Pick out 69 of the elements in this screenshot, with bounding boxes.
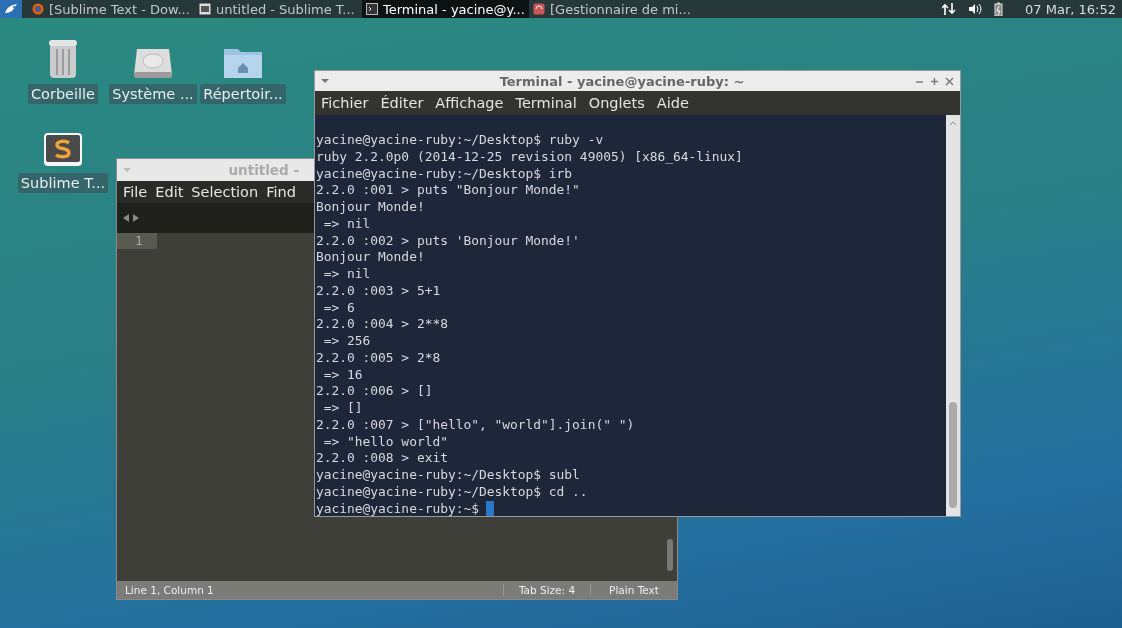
terminal-line: ruby 2.2.0p0 (2014-12-25 revision 49005) [x86_64-linux] [316, 148, 743, 164]
terminal-line: 2.2.0 :005 > 2*8 [316, 349, 441, 365]
taskbar-button[interactable]: [Gestionnaire de mi... [529, 0, 696, 18]
menu-item[interactable]: Find [266, 184, 296, 200]
terminal-line: 2.2.0 :001 > puts "Bonjour Monde!" [316, 182, 580, 198]
menu-item[interactable]: Affichage [435, 95, 504, 111]
terminal-line: => 16 [322, 366, 363, 382]
clock[interactable]: 07 Mar, 16:52 [1025, 1, 1116, 17]
menu-item[interactable]: Selection [191, 184, 259, 200]
line-number: 1 [117, 233, 157, 249]
menu-item[interactable]: Aide [656, 95, 689, 111]
terminal-line: yacine@yacine-ruby:~/Desktop$ ruby -v [316, 132, 604, 147]
scrollbar[interactable] [667, 539, 673, 571]
syntax-selector[interactable]: Plain Text [590, 584, 677, 596]
close-icon[interactable] [945, 76, 954, 86]
scrollbar-thumb[interactable] [949, 402, 957, 508]
terminal-line: 2.2.0 :002 > puts 'Bonjour Monde!' [316, 232, 580, 248]
mouse-logo-icon [3, 2, 19, 16]
taskbar-button[interactable]: untitled - Sublime T... [195, 0, 362, 18]
terminal-line: yacine@yacine-ruby:~/Desktop$ irb [316, 165, 573, 181]
terminal-line: 2.2.0 :007 > ["hello", "world"].join(" ") [316, 416, 635, 432]
menu-item[interactable]: Éditer [380, 95, 424, 111]
terminal-line: Bonjour Monde! [316, 199, 425, 214]
text-cursor [486, 500, 495, 516]
tab-arrows-icon [123, 213, 139, 223]
terminal-line: Bonjour Monde! [316, 249, 425, 265]
desktop-icon-label[interactable]: Répertoir... [200, 84, 286, 104]
window-title: untitled - [227, 162, 300, 178]
menu-item[interactable]: Edit [155, 184, 184, 200]
browser-icon [32, 3, 44, 15]
menu-item[interactable]: Onglets [588, 95, 645, 111]
terminal-line: => "hello world" [322, 433, 448, 449]
trash-icon [47, 39, 79, 79]
terminal-line: => nil [322, 215, 371, 231]
cursor-position: Line 1, Column 1 [124, 584, 215, 596]
scrollbar[interactable] [946, 115, 960, 516]
terminal-line: => [] [322, 400, 363, 415]
terminal-line: yacine@yacine-ruby:~/Desktop$ subl [316, 467, 580, 482]
network-icon [942, 2, 957, 16]
desktop-icon-label[interactable]: Corbeille [27, 84, 99, 104]
taskbar-button[interactable]: [Sublime Text - Dow... [28, 0, 195, 18]
menu-item[interactable]: Terminal [515, 95, 577, 111]
desktop-icon-label[interactable]: Système ... [109, 84, 197, 104]
shell-prompt: yacine@yacine-ruby:~$ [316, 500, 480, 516]
editor-icon [199, 3, 211, 15]
sublime-text-icon [43, 132, 83, 168]
menu-item[interactable]: File [123, 184, 148, 200]
start-menu-button[interactable] [0, 0, 22, 18]
terminal-line: 2.2.0 :004 > 2**8 [316, 316, 448, 332]
terminal-line: yacine@yacine-ruby:~/Desktop$ cd .. [316, 483, 588, 499]
window-menu-icon [321, 79, 329, 83]
terminal-line: 2.2.0 :008 > exit [316, 450, 448, 466]
terminal-line: => nil [322, 266, 371, 281]
tab-size-selector[interactable]: Tab Size: 4 [503, 584, 590, 596]
terminal-line: 2.2.0 :006 > [] [316, 383, 433, 399]
desktop-icon-label[interactable]: Sublime T... [17, 173, 109, 193]
window-menu-icon [123, 168, 131, 172]
window-title: Terminal - yacine@yacine-ruby: ~ [498, 73, 746, 89]
menu-item[interactable]: Fichier [321, 95, 369, 111]
terminal-icon [366, 3, 378, 15]
terminal-line: 2.2.0 :003 > 5+1 [316, 282, 441, 298]
battery-icon [994, 2, 1004, 16]
terminal-line: => 256 [322, 333, 371, 348]
taskbar-button[interactable]: Terminal - yacine@y... [362, 0, 529, 18]
update-icon [533, 3, 545, 15]
maximize-icon[interactable] [930, 76, 939, 86]
terminal-line: => 6 [322, 299, 355, 315]
volume-icon [968, 2, 983, 16]
scroll-up-icon [949, 120, 957, 126]
